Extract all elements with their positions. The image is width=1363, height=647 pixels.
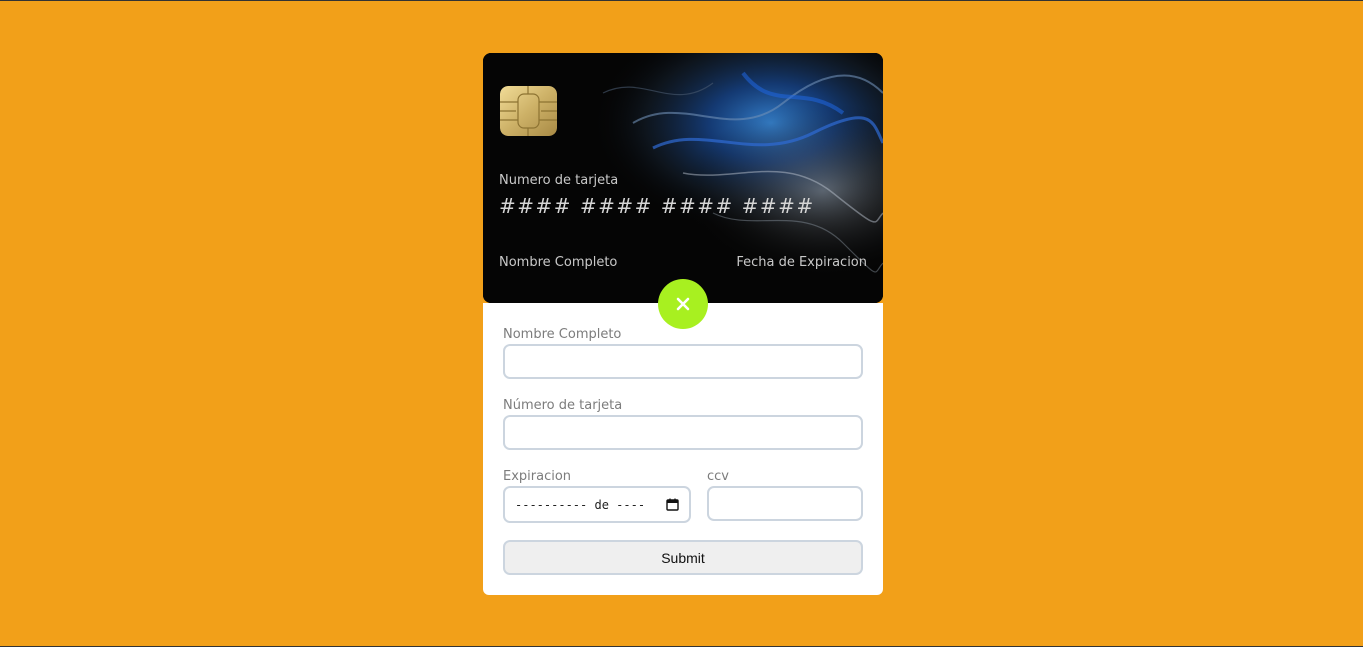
name-input[interactable] <box>503 344 863 379</box>
card-number-label: Numero de tarjeta <box>499 173 619 188</box>
close-icon <box>676 297 690 311</box>
card-number-display: #### #### #### #### <box>499 194 815 218</box>
credit-card-preview: Numero de tarjeta #### #### #### #### No… <box>483 53 883 303</box>
expiry-date-value: ---------- de ---- <box>515 497 646 512</box>
calendar-icon[interactable] <box>666 498 679 511</box>
ccv-input[interactable] <box>707 486 863 521</box>
card-number-field-label: Número de tarjeta <box>503 398 623 413</box>
card-chip-icon <box>500 86 557 136</box>
submit-button[interactable]: Submit <box>503 540 863 575</box>
ccv-field-label: ccv <box>707 469 729 484</box>
expiry-date-input[interactable]: ---------- de ---- <box>503 486 691 523</box>
card-expiry-label: Fecha de Expiracion <box>736 255 867 270</box>
name-field-label: Nombre Completo <box>503 327 622 342</box>
card-number-input[interactable] <box>503 415 863 450</box>
expiry-field-label: Expiracion <box>503 469 572 484</box>
toggle-form-button[interactable] <box>658 279 708 329</box>
card-holder-label: Nombre Completo <box>499 255 618 270</box>
card-form: Nombre Completo Número de tarjeta Expira… <box>483 303 883 595</box>
